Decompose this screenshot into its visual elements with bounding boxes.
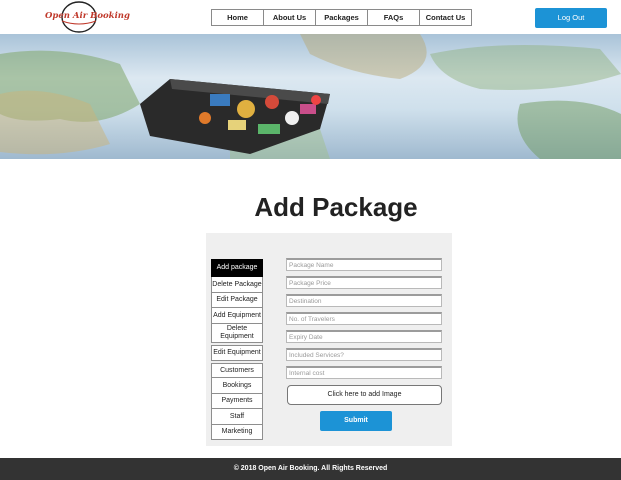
admin-side-menu: Add package Delete Package Edit Package …: [211, 259, 263, 440]
side-item-edit-package[interactable]: Edit Package: [211, 293, 263, 308]
logout-button[interactable]: Log Out: [535, 8, 607, 28]
side-item-delete-equipment[interactable]: Delete Equipment: [211, 324, 263, 343]
hero-banner-image: [0, 34, 621, 159]
package-price-input[interactable]: [286, 276, 442, 289]
destination-input[interactable]: [286, 294, 442, 307]
side-item-marketing[interactable]: Marketing: [211, 425, 263, 440]
nav-faqs[interactable]: FAQs: [368, 10, 420, 25]
site-footer: © 2018 Open Air Booking. All Rights Rese…: [0, 458, 621, 480]
expiry-date-input[interactable]: [286, 330, 442, 343]
nav-packages[interactable]: Packages: [316, 10, 368, 25]
side-item-customers[interactable]: Customers: [211, 363, 263, 378]
side-item-staff[interactable]: Staff: [211, 409, 263, 425]
side-item-payments[interactable]: Payments: [211, 394, 263, 409]
side-item-edit-equipment[interactable]: Edit Equipment: [211, 345, 263, 361]
submit-button[interactable]: Submit: [320, 411, 392, 431]
side-item-add-equipment[interactable]: Add Equipment: [211, 308, 263, 324]
nav-about-us[interactable]: About Us: [264, 10, 316, 25]
nav-home[interactable]: Home: [212, 10, 264, 25]
side-item-bookings[interactable]: Bookings: [211, 378, 263, 394]
page-title: Add Package: [254, 192, 418, 223]
world-map-suitcase-illustration: [0, 34, 621, 159]
side-item-add-package[interactable]: Add package: [211, 259, 263, 277]
site-header: Open Air Booking Home About Us Packages …: [0, 0, 621, 34]
side-item-delete-package[interactable]: Delete Package: [211, 277, 263, 293]
included-services-input[interactable]: [286, 348, 442, 361]
logo[interactable]: Open Air Booking: [40, 0, 130, 34]
package-name-input[interactable]: [286, 258, 442, 271]
logo-text: Open Air Booking: [45, 11, 130, 21]
nav-contact-us[interactable]: Contact Us: [420, 10, 471, 25]
add-image-button[interactable]: Click here to add Image: [287, 385, 442, 405]
internal-cost-input[interactable]: [286, 366, 442, 379]
travelers-input[interactable]: [286, 312, 442, 325]
main-nav: Home About Us Packages FAQs Contact Us: [211, 9, 472, 26]
